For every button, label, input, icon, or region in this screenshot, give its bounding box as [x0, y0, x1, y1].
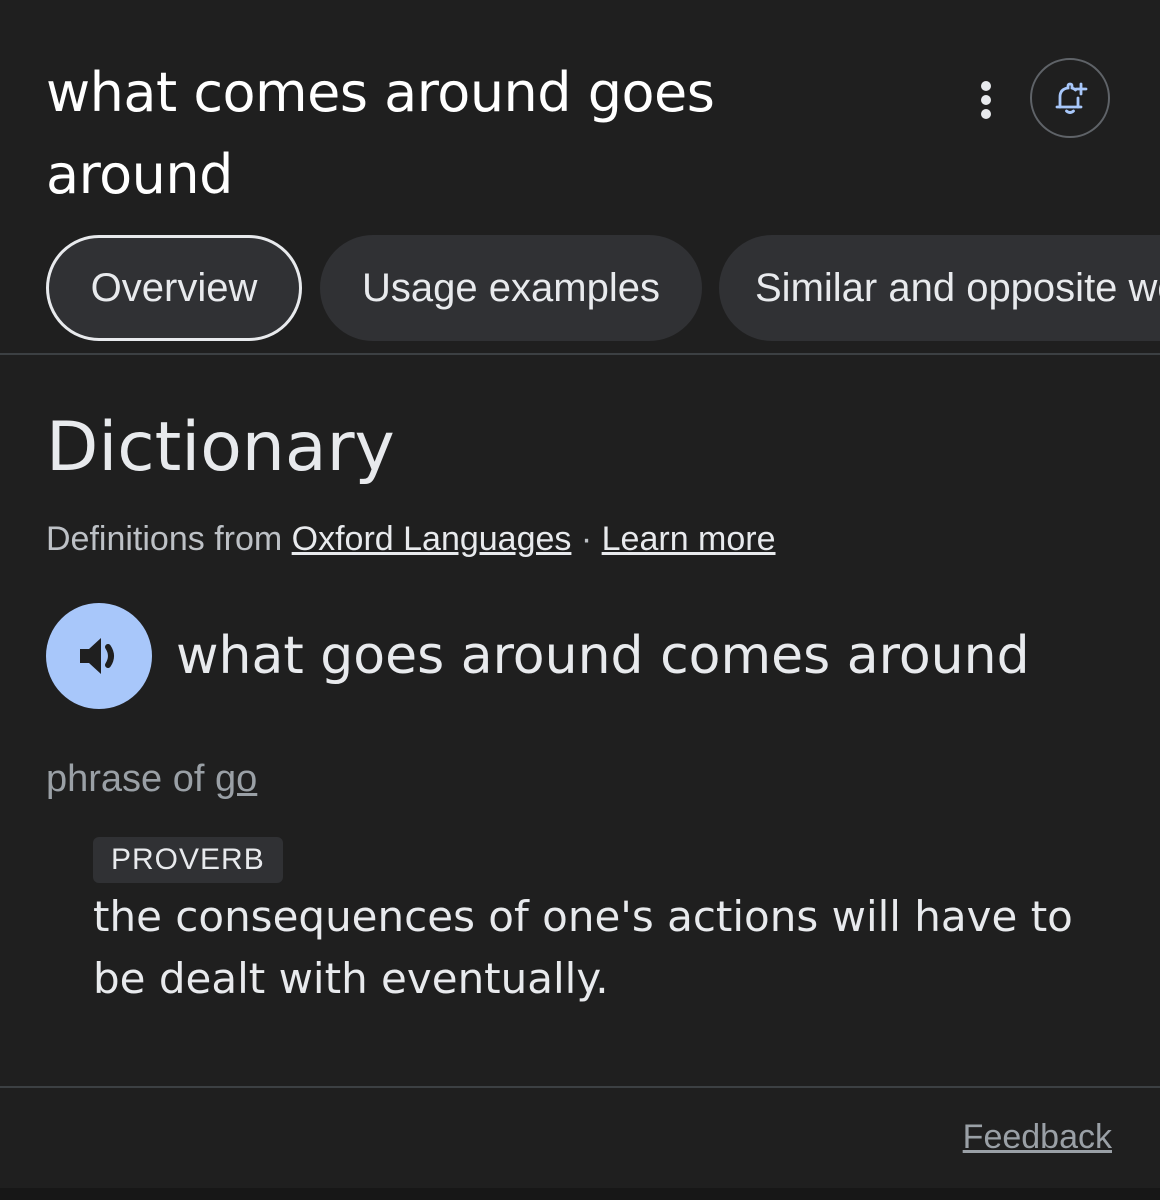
phrase-origin: phrase of go — [46, 756, 257, 802]
definition-text: the consequences of one's actions will h… — [93, 892, 1073, 1003]
tab-similar-and-opposite-words[interactable]: Similar and opposite words — [719, 235, 1160, 341]
volume-icon — [80, 638, 114, 674]
search-tabs: Overview Usage examples Similar and oppo… — [46, 235, 1160, 341]
add-alert-button[interactable] — [1030, 58, 1110, 138]
root-word-link[interactable]: go — [215, 758, 257, 800]
query-title: what comes around goes around — [46, 61, 715, 206]
phrase-of-prefix: phrase of — [46, 758, 215, 800]
pronunciation-button[interactable] — [46, 603, 152, 709]
tab-usage-examples[interactable]: Usage examples — [320, 235, 702, 341]
search-header: what comes around goes around Overview U… — [0, 0, 1160, 354]
bottom-edge — [0, 1188, 1160, 1200]
source-prefix: Definitions from — [46, 520, 283, 558]
more-options-button[interactable] — [960, 72, 1012, 128]
add-alert-icon — [1055, 82, 1088, 114]
learn-more-link[interactable]: Learn more — [602, 520, 776, 558]
tab-overview[interactable]: Overview — [46, 235, 302, 341]
source-separator: · — [571, 520, 602, 558]
tabs-divider — [0, 353, 1160, 355]
oxford-languages-link[interactable]: Oxford Languages — [292, 520, 572, 558]
more-vert-icon — [981, 81, 991, 119]
feedback-link[interactable]: Feedback — [963, 1116, 1112, 1158]
dictionary-source: Definitions from Oxford Languages · Lear… — [46, 518, 776, 560]
headword: what goes around comes around — [176, 626, 1030, 686]
usage-label-badge: PROVERB — [93, 837, 283, 883]
dictionary-heading: Dictionary — [46, 408, 395, 487]
